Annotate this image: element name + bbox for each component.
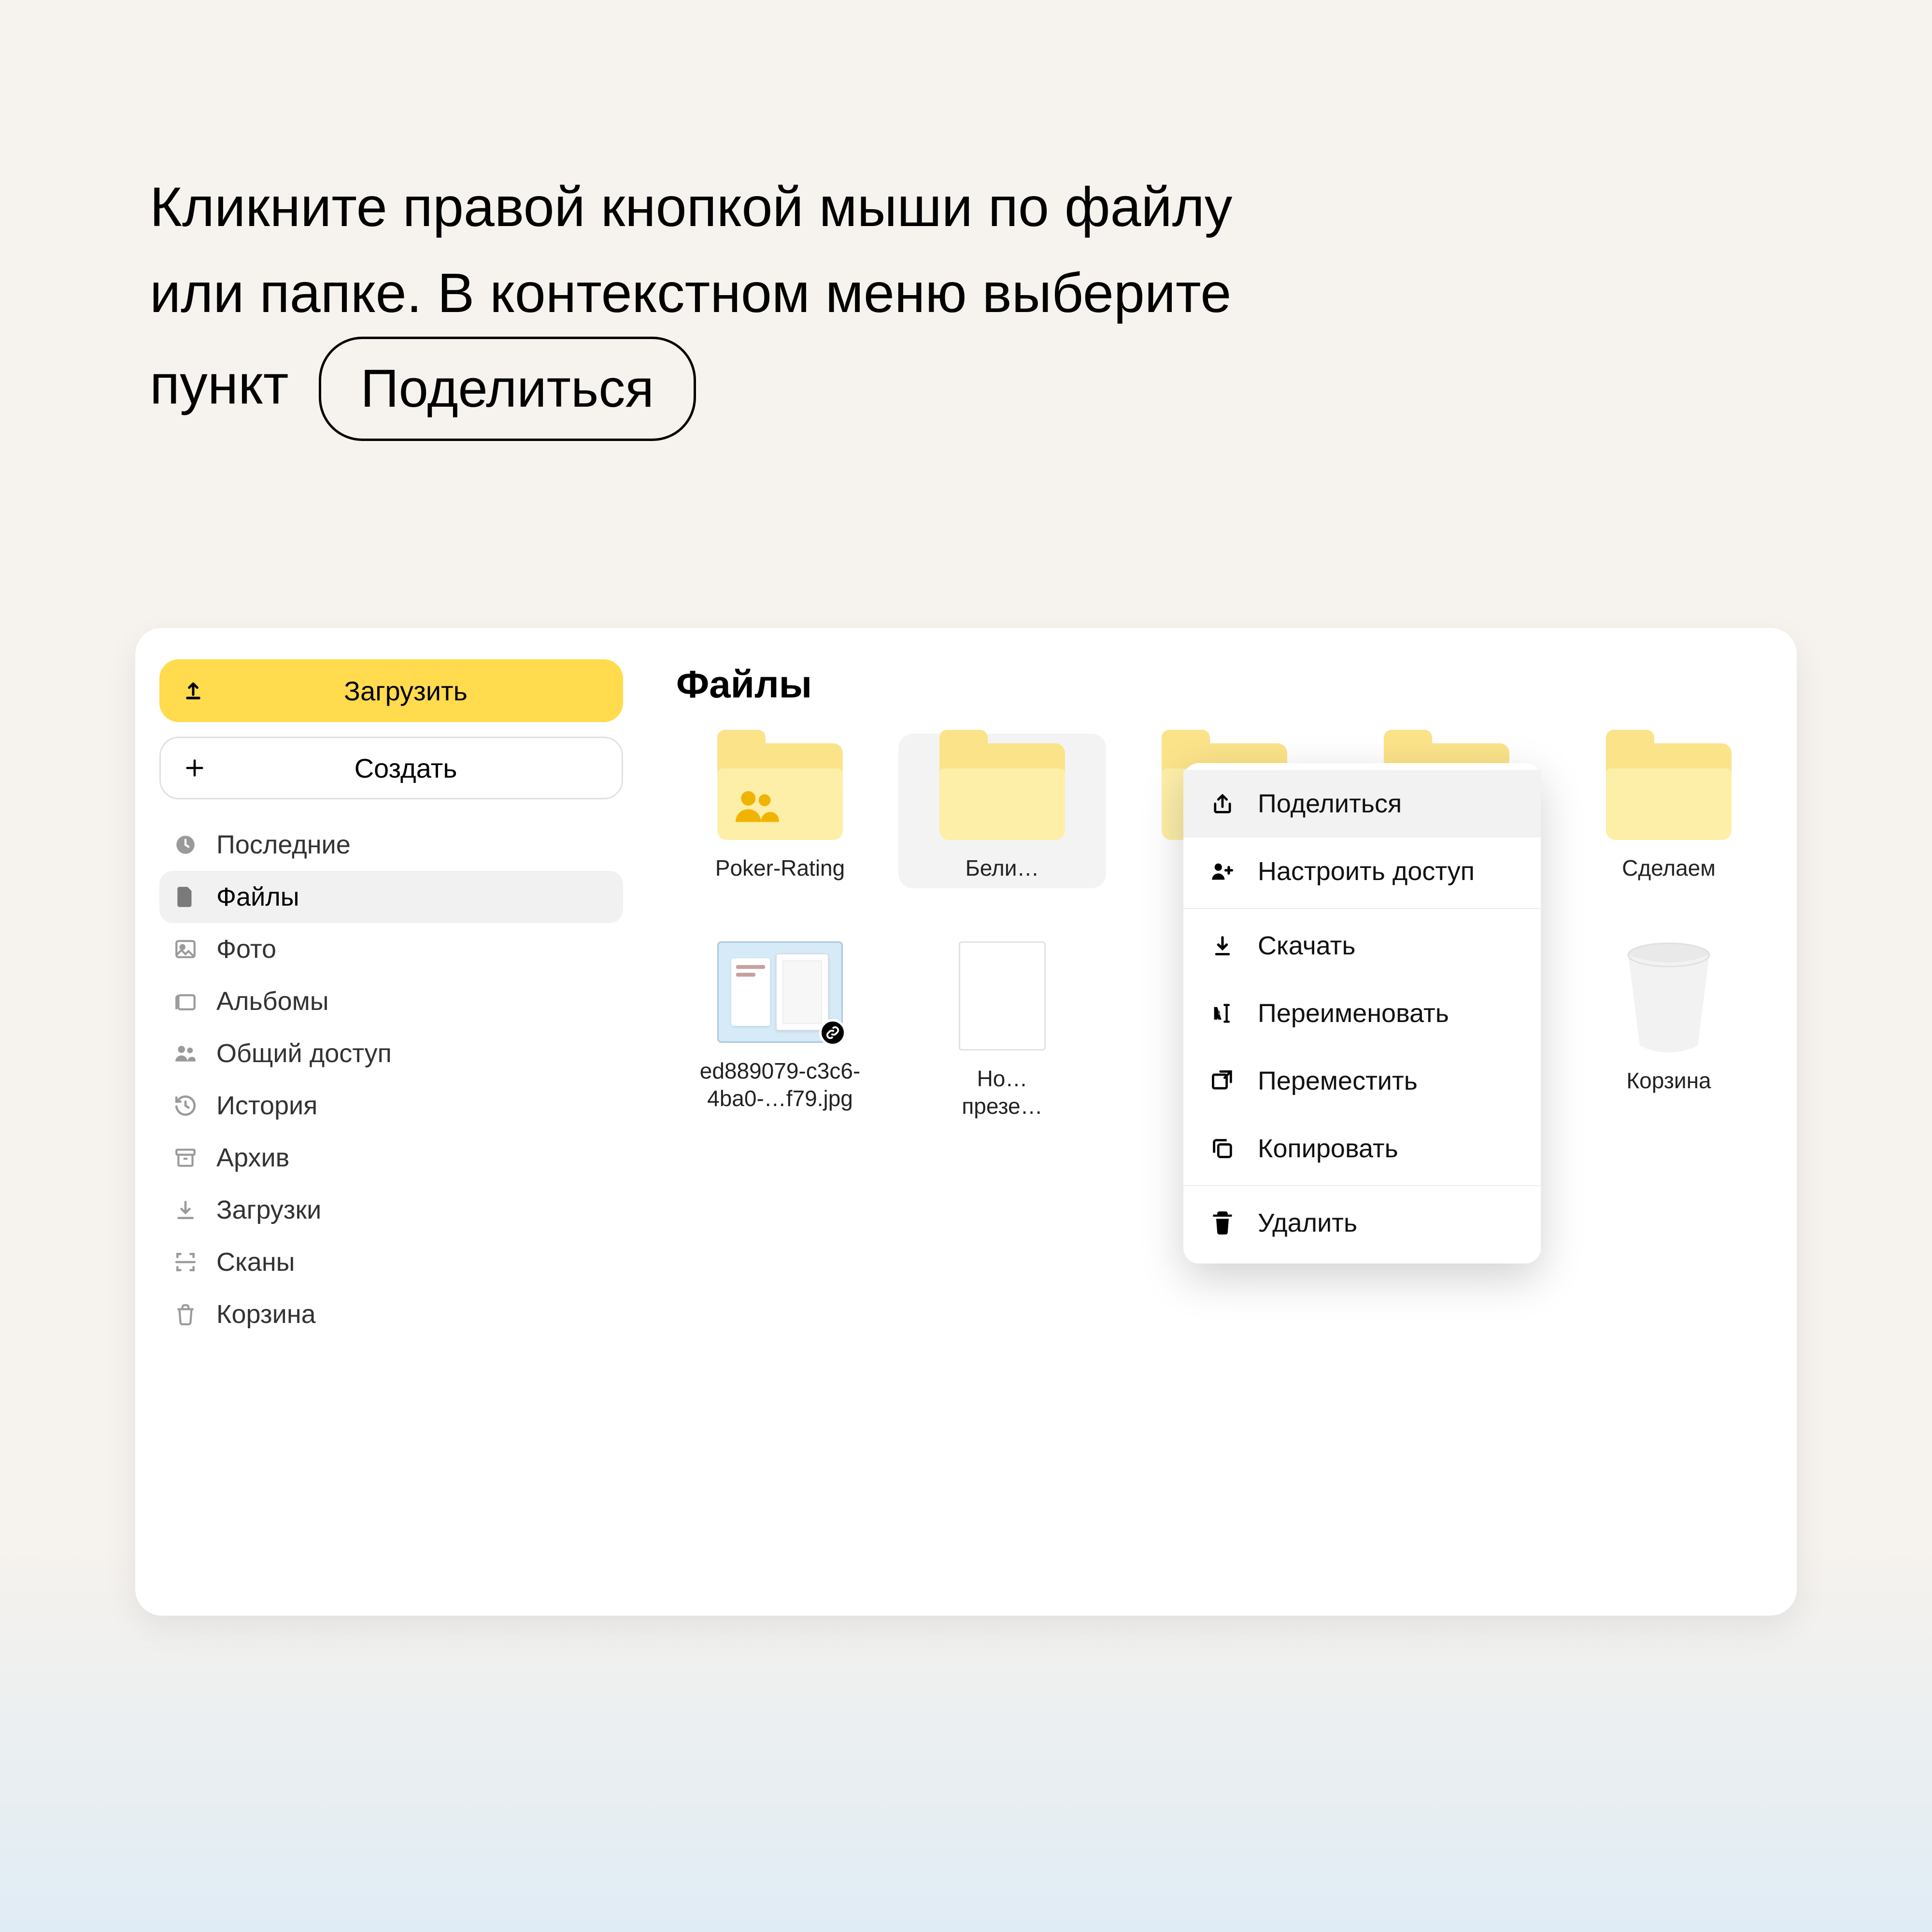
instruction-line3-prefix: пункт: [150, 354, 289, 415]
menu-share[interactable]: Поделиться: [1183, 770, 1541, 838]
share-pill: Поделиться: [319, 337, 696, 441]
history-icon: [172, 1094, 199, 1118]
document-thumbnail-icon: [959, 941, 1046, 1051]
menu-delete-label: Удалить: [1258, 1208, 1357, 1238]
rename-icon: [1208, 1001, 1236, 1026]
nav-history[interactable]: История: [159, 1080, 623, 1132]
nav-archive[interactable]: Архив: [159, 1132, 623, 1184]
download-icon: [1208, 933, 1236, 958]
upload-icon: [179, 679, 208, 703]
nav-downloads[interactable]: Загрузки: [159, 1184, 623, 1236]
menu-delete[interactable]: Удалить: [1183, 1189, 1541, 1257]
page-title: Файлы: [676, 662, 1773, 707]
folder-icon: [939, 743, 1065, 840]
item-label: Но… презе…: [962, 1065, 1042, 1121]
trash-bin-icon: [1620, 941, 1717, 1052]
folder-poker-rating[interactable]: Poker-Rating: [676, 734, 884, 888]
context-menu: Поделиться Настроить доступ Скачать: [1183, 763, 1541, 1264]
delete-icon: [1208, 1210, 1236, 1236]
people-icon: [172, 1041, 199, 1065]
menu-access[interactable]: Настроить доступ: [1183, 838, 1541, 905]
upload-button[interactable]: Загрузить: [159, 659, 623, 722]
item-label: Сделаем: [1622, 854, 1716, 882]
item-label: Poker-Rating: [715, 854, 845, 882]
upload-label: Загрузить: [208, 675, 604, 707]
menu-copy[interactable]: Копировать: [1183, 1115, 1541, 1182]
scan-icon: [172, 1250, 199, 1274]
move-icon: [1208, 1068, 1236, 1094]
menu-move[interactable]: Переместить: [1183, 1047, 1541, 1115]
image-thumbnail-icon: [717, 941, 843, 1043]
menu-access-label: Настроить доступ: [1258, 856, 1475, 886]
sidebar-nav: Последние Файлы Фото: [159, 819, 623, 1340]
plus-icon: [180, 757, 209, 779]
instruction-text: Кликните правой кнопкой мыши по файлу ил…: [150, 164, 1782, 441]
file-icon: [172, 885, 199, 909]
menu-share-label: Поделиться: [1258, 789, 1402, 819]
menu-divider: [1183, 1185, 1541, 1186]
nav-shared[interactable]: Общий доступ: [159, 1027, 623, 1080]
instruction-line2: или папке. В контекстном меню выберите: [150, 262, 1231, 324]
albums-icon: [172, 989, 199, 1013]
link-badge-icon: [819, 1019, 846, 1046]
nav-scans[interactable]: Сканы: [159, 1236, 623, 1288]
share-pill-label: Поделиться: [361, 348, 654, 430]
item-label: ed889079-c3c6-4ba0-…f79.jpg: [688, 1057, 872, 1113]
image-icon: [172, 937, 199, 961]
people-plus-icon: [1208, 859, 1236, 884]
share-icon: [1208, 791, 1236, 816]
item-label: Бели…: [966, 854, 1039, 882]
nav-shared-label: Общий доступ: [216, 1038, 392, 1068]
nav-trash-label: Корзина: [216, 1299, 316, 1329]
nav-files-label: Файлы: [216, 882, 299, 912]
nav-albums-label: Альбомы: [216, 986, 329, 1016]
menu-copy-label: Копировать: [1258, 1134, 1398, 1164]
clock-icon: [172, 833, 199, 857]
nav-history-label: История: [216, 1091, 317, 1121]
menu-divider: [1183, 908, 1541, 909]
menu-download-label: Скачать: [1258, 931, 1356, 961]
folder-sdelaem[interactable]: Сделаем: [1565, 734, 1773, 888]
nav-recent-label: Последние: [216, 830, 351, 860]
menu-rename[interactable]: Переименовать: [1183, 980, 1541, 1047]
disk-window: Загрузить Создать Последние: [135, 628, 1797, 1616]
main-content: Файлы Poker-Rating Бели: [647, 628, 1802, 1616]
shared-people-icon: [736, 789, 779, 823]
nav-trash[interactable]: Корзина: [159, 1288, 623, 1340]
nav-archive-label: Архив: [216, 1143, 289, 1173]
menu-download[interactable]: Скачать: [1183, 912, 1541, 980]
create-button[interactable]: Создать: [159, 737, 623, 799]
nav-downloads-label: Загрузки: [216, 1195, 321, 1225]
download-icon: [172, 1198, 199, 1222]
folder-selected[interactable]: Бели…: [898, 734, 1106, 888]
file-new-presentation[interactable]: Но… презе…: [898, 932, 1106, 1126]
nav-photo[interactable]: Фото: [159, 923, 623, 975]
menu-move-label: Переместить: [1258, 1066, 1418, 1096]
create-label: Создать: [209, 753, 602, 784]
nav-photo-label: Фото: [216, 934, 276, 964]
sidebar: Загрузить Создать Последние: [135, 628, 647, 1616]
item-label: Корзина: [1626, 1067, 1711, 1095]
folder-icon: [717, 743, 843, 840]
trash-item[interactable]: Корзина: [1565, 932, 1773, 1126]
nav-recent[interactable]: Последние: [159, 819, 623, 871]
file-jpg[interactable]: ed889079-c3c6-4ba0-…f79.jpg: [676, 932, 884, 1126]
copy-icon: [1208, 1136, 1236, 1161]
folder-icon: [1606, 743, 1732, 840]
nav-files[interactable]: Файлы: [159, 871, 623, 923]
nav-scans-label: Сканы: [216, 1247, 295, 1277]
nav-albums[interactable]: Альбомы: [159, 975, 623, 1027]
trash-icon: [172, 1302, 199, 1326]
archive-icon: [172, 1146, 199, 1170]
instruction-line1: Кликните правой кнопкой мыши по файлу: [150, 176, 1232, 238]
menu-rename-label: Переименовать: [1258, 998, 1449, 1028]
